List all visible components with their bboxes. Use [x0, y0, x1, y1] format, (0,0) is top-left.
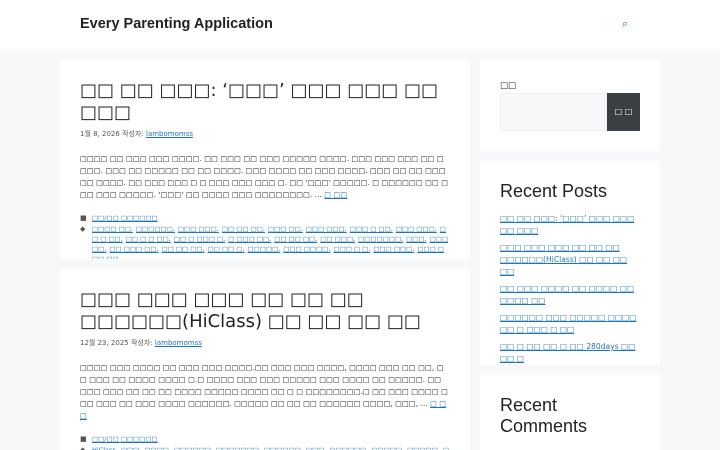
tag-link[interactable]: □□ □□□, [320, 235, 355, 243]
tag-link[interactable]: □□□□□, [248, 245, 281, 253]
recent-post-link[interactable]: □□□□□□ □□□ □□□□□ □□□□ □□ □ □□□ □ □□ [500, 313, 636, 334]
tag-list: □□□□ □□, □□□□□□, □□□ □□□, □□ □□ □□, □□□ □□, □… [92, 224, 450, 259]
article-summary: □□□□ □□ □□□ □□□ □□□□. □□ □□□ □□ □□□ □□□□… [80, 153, 450, 201]
tag-link[interactable]: □□□ □□, [268, 225, 303, 233]
recent-post-link[interactable]: □□□ □□□ □□□ □□ □□ □□ □□□□□□(HiClass) □□ … [500, 243, 627, 276]
recent-post-item: □□ □□ □□□: ‘□□□’ □□□ □□□ □□ □□□ [500, 213, 640, 237]
article-card: □□ □□ □□□: ‘□□□’ □□□ □□□ □□ □□□ 1월 8, 20… [60, 60, 470, 259]
tag-link[interactable]: □□□□, [144, 446, 171, 450]
search-button[interactable]: □ □ [607, 93, 640, 131]
search-label: □□ [500, 81, 517, 91]
tag-link[interactable]: □□□□□, [407, 446, 440, 450]
tag-link[interactable]: □□□ □□□, [178, 225, 219, 233]
category-link[interactable]: □□/□□ □□□□□□ [92, 213, 158, 223]
tag-link[interactable]: □□□□□□, [136, 225, 175, 233]
search-input[interactable] [500, 93, 607, 131]
tag-link[interactable]: □□□ □ □, [333, 245, 370, 253]
tag-link[interactable]: □□ □□ □□, [162, 245, 205, 253]
tag-link[interactable]: □□□ □□□, [373, 245, 414, 253]
tag-link[interactable]: □□ □□ □□, [222, 225, 265, 233]
article-date: 1월 8, 2026 [80, 130, 120, 138]
folder-icon: ■ [80, 435, 87, 443]
article-footer: ■ □□/□□ □□□□□□ ◆ HiClass, □□□, □□□□, □□□□□□… [80, 434, 450, 450]
tag-link[interactable]: □□□□□□, [174, 446, 213, 450]
tag-link[interactable]: □□□ □□□□, [283, 245, 330, 253]
article-footer: ■ □□/□□ □□□□□□ ◆ □□□□ □□, □□□□□□, □□□ □□□,… [80, 213, 450, 259]
author-label: 작성자: [122, 130, 144, 138]
tag-link[interactable]: □□□ □ □□, [350, 225, 393, 233]
article-title[interactable]: □□□ □□□ □□□ □□ □□ □□ □□□□□□(HiClass) □□ … [80, 289, 450, 333]
summary-text: □□□□ □□ □□□ □□□ □□□□. □□ □□□ □□ □□□ □□□□… [80, 154, 449, 199]
article-summary: □□□□ □□□ □□□□ □□ □□□ □□□ □□□□.□□ □□□ □□□… [80, 362, 450, 422]
recent-post-item: □□□ □□□ □□□ □□ □□ □□ □□□□□□(HiClass) □□ … [500, 242, 640, 278]
recent-post-link[interactable]: □□ □ □□ □□ □ □□ 280days □□ □□ □ [500, 342, 635, 363]
author-link[interactable]: lambomomss [146, 130, 193, 138]
recent-comments-widget: Recent Comments [480, 375, 660, 450]
tag-icon: ◆ [80, 225, 86, 233]
tag-link[interactable]: □□□□□□□, [216, 446, 261, 450]
recent-post-item: □□ □□□ □□□□ □□ □□□□ □□ □□□□ □□ [500, 283, 640, 307]
tag-link[interactable]: □□ □ □□□ □, [174, 235, 225, 243]
tag-icon: ◆ [80, 446, 86, 450]
tag-link[interactable]: □□□ □□□, [306, 225, 347, 233]
site-title[interactable]: Every Parenting Application [80, 16, 273, 32]
tag-link[interactable]: □□ □□ □□, [274, 235, 317, 243]
tag-link[interactable]: □□□ □□□, [396, 225, 437, 233]
tag-link[interactable]: □□□□□□, [264, 446, 303, 450]
recent-post-item: □□□□□□ □□□ □□□□□ □□□□ □□ □ □□□ □ □□ [500, 312, 640, 336]
tag-link[interactable]: □□ □ □ □□, [126, 235, 171, 243]
tag-link[interactable]: □□□□□□□, [358, 235, 403, 243]
article-card: □□□ □□□ □□□ □□ □□ □□ □□□□□□(HiClass) □□ … [60, 269, 470, 450]
recent-post-link[interactable]: □□ □□□ □□□□ □□ □□□□ □□ □□□□ □□ [500, 284, 634, 305]
tag-list: HiClass, □□□, □□□□, □□□□□□, □□□□□□□, □□□□□□, □… [92, 445, 450, 450]
recent-posts-widget: Recent Posts □□ □□ □□□: ‘□□□’ □□□ □□□ □□… [480, 161, 660, 365]
recent-post-item: □□ □ □□ □□ □ □□ 280days □□ □□ □ [500, 341, 640, 365]
article-title[interactable]: □□ □□ □□□: ‘□□□’ □□□ □□□ □□ □□□ [80, 80, 450, 124]
tag-link[interactable]: □ □□□ □□, [228, 235, 271, 243]
folder-icon: ■ [80, 214, 87, 222]
search-icon[interactable]: ⌕ [622, 18, 628, 30]
tag-link[interactable]: □□□, [406, 235, 427, 243]
article-date: 12월 23, 2025 [80, 339, 129, 347]
site-header: Every Parenting Application ⌕ [0, 0, 720, 49]
tag-link[interactable]: □□ □□□ □□, [109, 245, 158, 253]
search-widget: □□ □ □ [480, 60, 660, 151]
category-link[interactable]: □□/□□ □□□□□□ [92, 434, 158, 444]
tag-link[interactable]: □□□, [121, 446, 142, 450]
author-label: 작성자: [130, 339, 153, 347]
tag-link[interactable]: □□□, [306, 446, 327, 450]
article-meta: 12월 23, 2025 작성자: lambomomss [80, 339, 450, 348]
recent-posts-title: Recent Posts [500, 181, 608, 201]
summary-text: □□□□ □□□ □□□□ □□ □□□ □□□ □□□□.□□ □□□ □□□… [80, 363, 449, 408]
tag-link[interactable]: □□□□ □□, [92, 225, 133, 233]
article-meta: 1월 8, 2026 작성자: lambomomss [80, 130, 450, 139]
tag-link[interactable]: □□ □□ □, [208, 245, 245, 253]
recent-comments-title: Recent Comments [500, 395, 588, 436]
recent-posts-list: □□ □□ □□□: ‘□□□’ □□□ □□□ □□ □□□ □□□ □□□ … [500, 213, 640, 365]
author-link[interactable]: lambomomss [155, 339, 202, 347]
read-more-link[interactable]: □ □□ [324, 190, 347, 199]
tag-link[interactable]: HiClass, [92, 446, 118, 450]
tag-link[interactable]: □□□□□□, [329, 446, 368, 450]
tag-link[interactable]: □□□□□, [371, 446, 404, 450]
recent-post-link[interactable]: □□ □□ □□□: ‘□□□’ □□□ □□□ □□ □□□ [500, 214, 634, 235]
